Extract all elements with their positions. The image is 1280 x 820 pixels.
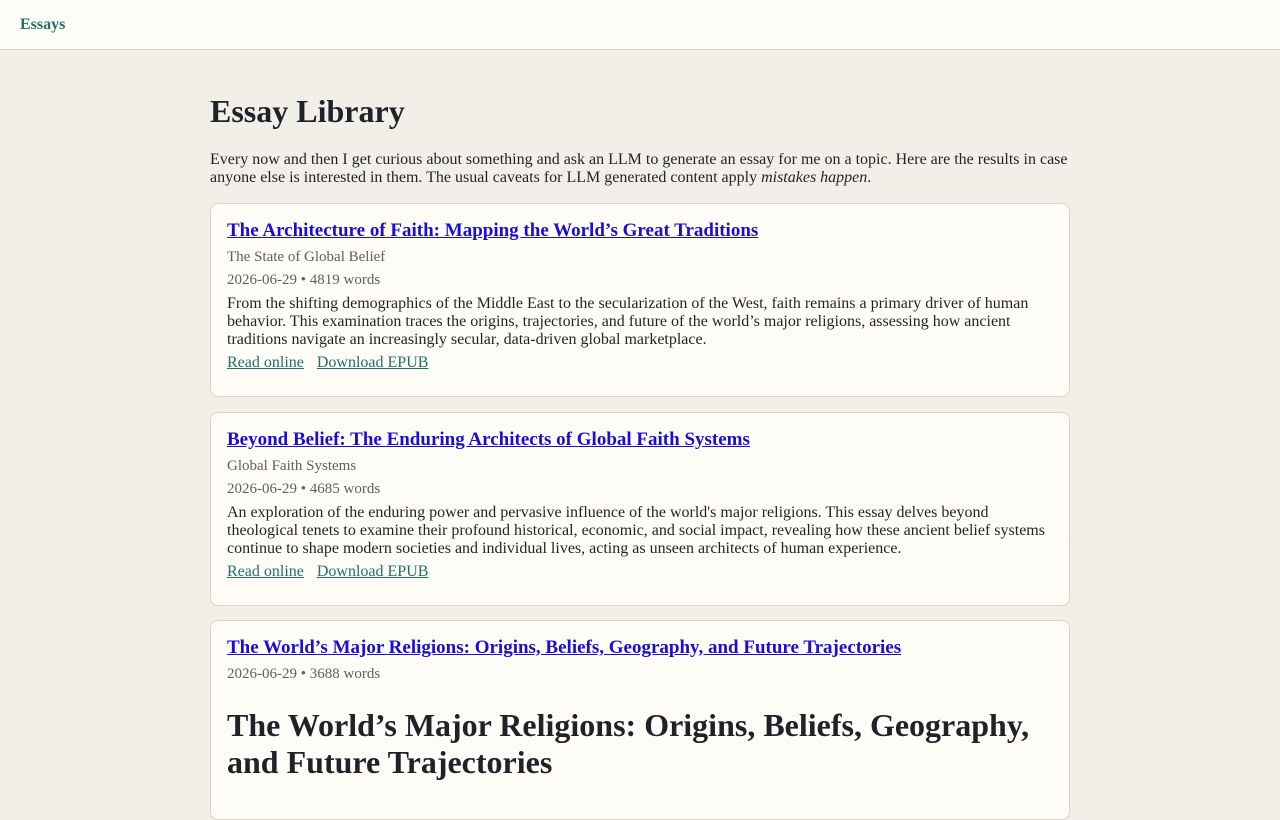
top-bar: Essays (0, 0, 1280, 50)
read-online-link[interactable]: Read online (227, 354, 304, 371)
essay-card: The World’s Major Religions: Origins, Be… (210, 620, 1070, 820)
brand-link[interactable]: Essays (20, 15, 65, 35)
essay-meta: 2026-06-29 • 3688 words (227, 666, 381, 682)
intro-paragraph: Every now and then I get curious about s… (210, 151, 1070, 187)
intro-text: Every now and then I get curious about s… (210, 151, 1068, 186)
intro-emphasis: mistakes happen (761, 169, 868, 186)
essay-card: The Architecture of Faith: Mapping the W… (210, 203, 1070, 397)
essay-meta: 2026-06-29 • 4685 words (227, 481, 381, 497)
download-epub-link[interactable]: Download EPUB (317, 563, 429, 580)
essay-subtitle: Global Faith Systems (227, 458, 357, 474)
download-epub-link[interactable]: Download EPUB (317, 354, 429, 371)
essay-links: Read online Download EPUB (227, 354, 1053, 372)
essay-meta: 2026-06-29 • 4819 words (227, 272, 381, 288)
essay-summary: An exploration of the enduring power and… (227, 504, 1045, 557)
essay-title-link[interactable]: Beyond Belief: The Enduring Architects o… (227, 429, 1053, 451)
intro-end: . (867, 169, 872, 186)
read-online-link[interactable]: Read online (227, 563, 304, 580)
essay-title-link[interactable]: The Architecture of Faith: Mapping the W… (227, 220, 1053, 242)
essay-card: Beyond Belief: The Enduring Architects o… (210, 412, 1070, 606)
essay-title-link[interactable]: The World’s Major Religions: Origins, Be… (227, 637, 1053, 659)
page-title: Essay Library (210, 93, 405, 129)
essay-links: Read online Download EPUB (227, 563, 1053, 581)
essay-subtitle: The State of Global Belief (227, 249, 386, 265)
essay-heading: The World’s Major Religions: Origins, Be… (227, 707, 1030, 780)
essay-summary: From the shifting demographics of the Mi… (227, 295, 1029, 348)
